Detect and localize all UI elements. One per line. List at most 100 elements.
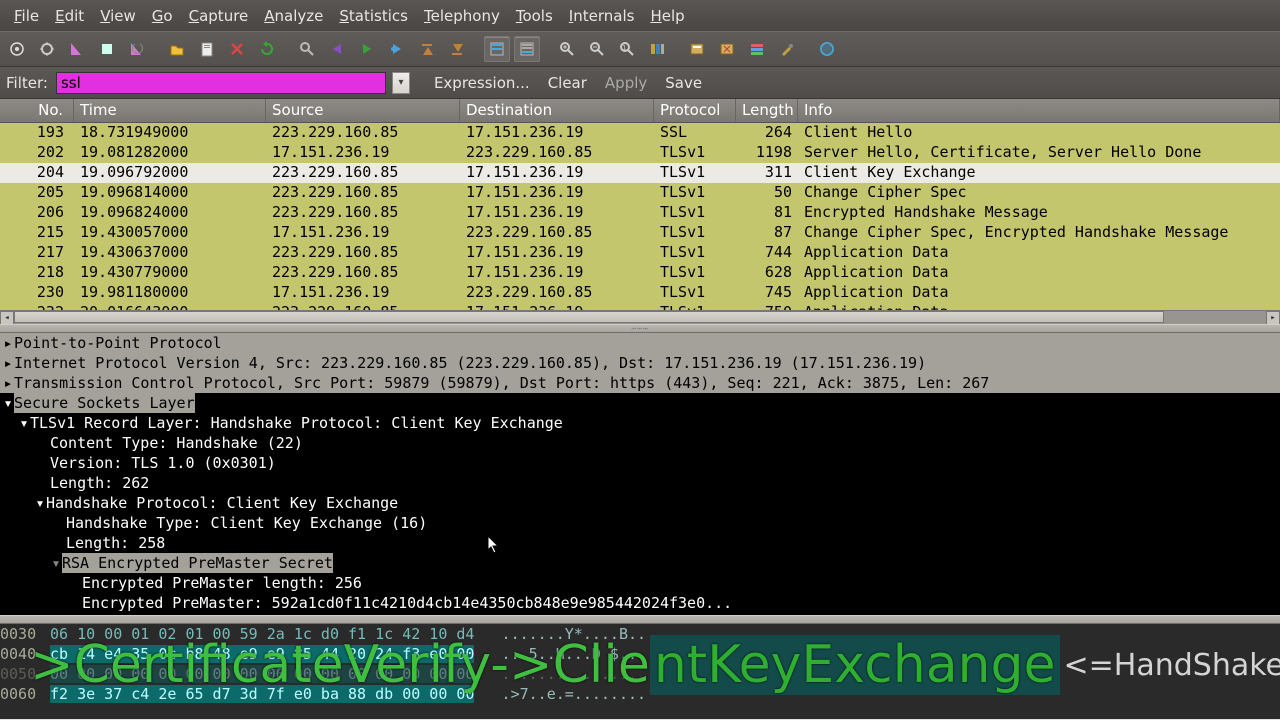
table-row[interactable]: 21519.43005700017.151.236.19223.229.160.… xyxy=(0,223,1280,243)
clear-button[interactable]: Clear xyxy=(542,74,593,92)
col-no[interactable]: No. xyxy=(0,99,74,122)
display-filter-icon[interactable] xyxy=(714,36,740,62)
zoom-in-icon[interactable] xyxy=(554,36,580,62)
table-row[interactable]: 23019.98118000017.151.236.19223.229.160.… xyxy=(0,283,1280,303)
reload-icon[interactable] xyxy=(254,36,280,62)
toolbar: 1 xyxy=(0,31,1280,67)
tree-htype[interactable]: Handshake Type: Client Key Exchange (16) xyxy=(66,514,427,532)
save-button[interactable]: Save xyxy=(659,74,708,92)
menu-analyze[interactable]: Analyze xyxy=(256,3,331,29)
back-icon[interactable] xyxy=(324,36,350,62)
open-icon[interactable] xyxy=(164,36,190,62)
tree-ssl[interactable]: Secure Sockets Layer xyxy=(14,393,195,413)
tree-pm[interactable]: Encrypted PreMaster: 592a1cd0f11c4210d4c… xyxy=(82,594,732,612)
goto-icon[interactable] xyxy=(384,36,410,62)
restart-icon[interactable] xyxy=(124,36,150,62)
table-row[interactable]: 21819.430779000223.229.160.8517.151.236.… xyxy=(0,263,1280,283)
filter-input[interactable] xyxy=(56,72,386,94)
menu-internals[interactable]: Internals xyxy=(561,3,643,29)
sash-1[interactable]: ⋯⋯⋯ xyxy=(0,324,1280,333)
resize-cols-icon[interactable] xyxy=(644,36,670,62)
tree-version[interactable]: Version: TLS 1.0 (0x0301) xyxy=(50,454,276,472)
col-length[interactable]: Length xyxy=(736,99,798,122)
prefs-icon[interactable] xyxy=(774,36,800,62)
hex-ascii: ...5..H...D $... xyxy=(502,645,647,663)
table-row[interactable]: 20519.096814000223.229.160.8517.151.236.… xyxy=(0,183,1280,203)
stop-icon[interactable] xyxy=(94,36,120,62)
menu-go[interactable]: Go xyxy=(144,3,181,29)
hex-bytes: cb 14 e4 35 0c b8 48 e9 e9 85 44 20 24 f… xyxy=(50,645,474,663)
filter-label: Filter: xyxy=(6,74,48,92)
coloring-rules-icon[interactable] xyxy=(744,36,770,62)
hex-ascii: .>7..e.=........ xyxy=(502,685,647,703)
colorize-icon[interactable] xyxy=(484,36,510,62)
tree-tcp[interactable]: Transmission Control Protocol, Src Port:… xyxy=(14,374,989,392)
tree-hproto[interactable]: Handshake Protocol: Client Key Exchange xyxy=(46,494,398,512)
close-icon[interactable] xyxy=(224,36,250,62)
svg-text:1: 1 xyxy=(622,44,626,52)
packet-details[interactable]: ▸Point-to-Point Protocol ▸Internet Proto… xyxy=(0,333,1280,615)
table-row[interactable]: 19318.731949000223.229.160.8517.151.236.… xyxy=(0,123,1280,143)
scroll-thumb[interactable] xyxy=(14,311,1164,323)
tree-ctype[interactable]: Content Type: Handshake (22) xyxy=(50,434,303,452)
capture-filter-icon[interactable] xyxy=(684,36,710,62)
hex-bytes: f2 3e 37 c4 2e 65 d7 3d 7f e0 ba 88 db 0… xyxy=(50,685,474,703)
col-source[interactable]: Source xyxy=(266,99,460,122)
table-row[interactable]: 20619.096824000223.229.160.8517.151.236.… xyxy=(0,203,1280,223)
start-icon[interactable] xyxy=(64,36,90,62)
menu-telephony[interactable]: Telephony xyxy=(416,3,508,29)
menubar: FileEditViewGoCaptureAnalyzeStatisticsTe… xyxy=(0,0,1280,31)
find-icon[interactable] xyxy=(294,36,320,62)
interfaces-icon[interactable] xyxy=(4,36,30,62)
tree-plen[interactable]: Encrypted PreMaster length: 256 xyxy=(82,574,362,592)
zoom-reset-icon[interactable]: 1 xyxy=(614,36,640,62)
table-row[interactable]: 20219.08128200017.151.236.19223.229.160.… xyxy=(0,143,1280,163)
first-icon[interactable] xyxy=(414,36,440,62)
zoom-out-icon[interactable] xyxy=(584,36,610,62)
filter-bar: Filter: ▾ Expression... Clear Apply Save xyxy=(0,67,1280,99)
col-info[interactable]: Info xyxy=(798,99,1280,122)
hex-bytes: 06 10 00 01 02 01 00 59 2a 1c d0 f1 1c 4… xyxy=(50,625,474,643)
hex-offset: 0040 xyxy=(0,644,50,664)
menu-help[interactable]: Help xyxy=(642,3,692,29)
menu-statistics[interactable]: Statistics xyxy=(331,3,416,29)
save-icon[interactable] xyxy=(194,36,220,62)
table-row[interactable]: 20419.096792000223.229.160.8517.151.236.… xyxy=(0,163,1280,183)
horizontal-scrollbar[interactable]: ◂ ▸ xyxy=(0,310,1280,324)
last-icon[interactable] xyxy=(444,36,470,62)
packet-list-header: No. Time Source Destination Protocol Len… xyxy=(0,99,1280,123)
table-row[interactable]: 21719.430637000223.229.160.8517.151.236.… xyxy=(0,243,1280,263)
packet-rows: 19318.731949000223.229.160.8517.151.236.… xyxy=(0,123,1280,323)
tree-rsa[interactable]: RSA Encrypted PreMaster Secret xyxy=(62,553,333,573)
scroll-right-icon[interactable]: ▸ xyxy=(1266,311,1280,325)
col-time[interactable]: Time xyxy=(74,99,266,122)
apply-button[interactable]: Apply xyxy=(599,74,653,92)
help-contents-icon[interactable] xyxy=(814,36,840,62)
sash-2[interactable] xyxy=(0,615,1280,624)
scroll-left-icon[interactable]: ◂ xyxy=(0,311,14,325)
tree-rlen[interactable]: Length: 262 xyxy=(50,474,149,492)
tree-ip[interactable]: Internet Protocol Version 4, Src: 223.22… xyxy=(14,354,926,372)
tree-hlen[interactable]: Length: 258 xyxy=(66,534,165,552)
hex-offset: 0060 xyxy=(0,684,50,704)
hex-ascii: .......Y*....B.. xyxy=(502,625,647,643)
hex-offset: 0050 xyxy=(0,664,50,684)
forward-icon[interactable] xyxy=(354,36,380,62)
expression-button[interactable]: Expression... xyxy=(428,74,536,92)
filter-dropdown[interactable]: ▾ xyxy=(392,72,410,94)
options-icon[interactable] xyxy=(34,36,60,62)
menu-edit[interactable]: Edit xyxy=(47,3,92,29)
menu-capture[interactable]: Capture xyxy=(181,3,257,29)
tree-record[interactable]: TLSv1 Record Layer: Handshake Protocol: … xyxy=(30,414,563,432)
autoscroll-icon[interactable] xyxy=(514,36,540,62)
menu-tools[interactable]: Tools xyxy=(508,3,561,29)
col-destination[interactable]: Destination xyxy=(460,99,654,122)
hex-bytes: 00 00 00 00 00 00 00 00 00 00 00 00 00 0… xyxy=(50,665,474,683)
hex-dump[interactable]: 003006 10 00 01 02 01 00 59 2a 1c d0 f1 … xyxy=(0,624,1280,719)
tree-ppp[interactable]: Point-to-Point Protocol xyxy=(14,334,222,352)
menu-view[interactable]: View xyxy=(92,3,144,29)
hex-offset: 0030 xyxy=(0,624,50,644)
menu-file[interactable]: File xyxy=(6,3,47,29)
packet-list[interactable]: No. Time Source Destination Protocol Len… xyxy=(0,99,1280,324)
col-protocol[interactable]: Protocol xyxy=(654,99,736,122)
